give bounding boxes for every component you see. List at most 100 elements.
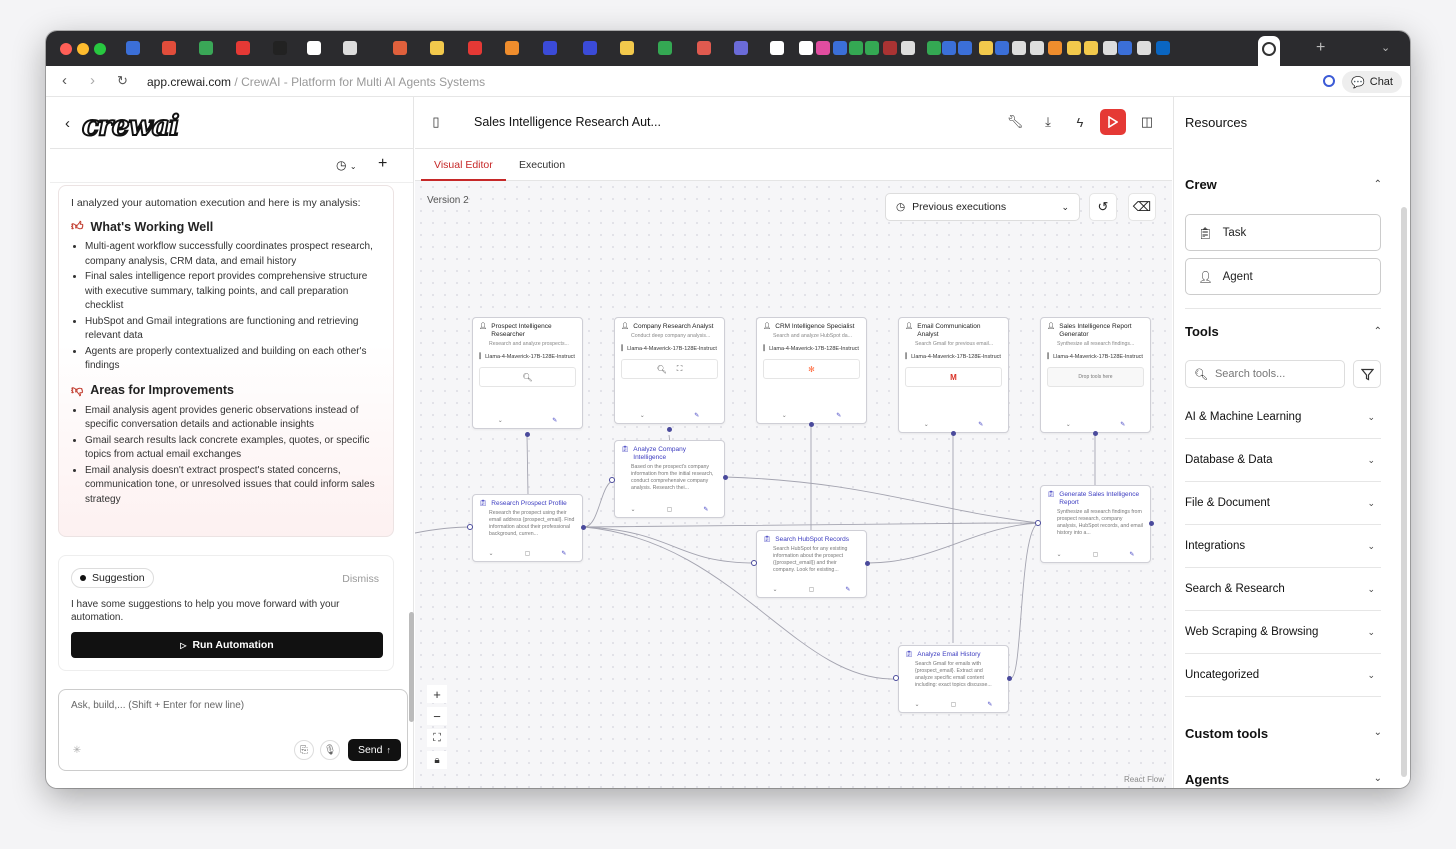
react-flow-attribution[interactable]: React Flow — [1124, 775, 1164, 784]
chat-input[interactable] — [71, 700, 391, 711]
chevron-down-icon[interactable]: ⌄ — [1374, 727, 1382, 738]
pinned-tab-favicon-icon[interactable] — [1103, 41, 1117, 55]
expand-chevron-icon[interactable]: ⌄ — [773, 586, 778, 593]
new-tab-icon[interactable]: + — [1316, 39, 1325, 57]
pinned-tab-favicon-icon[interactable] — [927, 41, 941, 55]
edit-icon[interactable]: ✎ — [1120, 421, 1125, 428]
pinned-tab-favicon-icon[interactable] — [1030, 41, 1044, 55]
pinned-tab-favicon-icon[interactable] — [958, 41, 972, 55]
agent-tools-box[interactable]: 🔍︎ ⛶ — [621, 359, 718, 379]
node-target-handle[interactable] — [609, 477, 615, 483]
pinned-tab-favicon-icon[interactable] — [1067, 41, 1081, 55]
pinned-tab-favicon-icon[interactable] — [343, 41, 357, 55]
tool-category-ai-ml[interactable]: AI & Machine Learning ⌄ — [1185, 396, 1381, 439]
pinned-tab-favicon-icon[interactable] — [620, 41, 634, 55]
pinned-tab-favicon-icon[interactable] — [995, 41, 1009, 55]
pinned-tab-favicon-icon[interactable] — [865, 41, 879, 55]
pinned-tab-favicon-icon[interactable] — [799, 41, 813, 55]
tool-category-web-scraping[interactable]: Web Scraping & Browsing ⌄ — [1185, 611, 1381, 654]
filter-icon[interactable] — [1353, 360, 1381, 388]
file-icon[interactable]: ▢ — [667, 506, 673, 513]
pinned-tab-favicon-icon[interactable] — [307, 41, 321, 55]
microphone-icon[interactable]: 🎙︎ — [320, 740, 340, 760]
history-clock-icon[interactable]: ◷ ⌄ — [336, 158, 357, 172]
edit-icon[interactable]: ✎ — [987, 701, 992, 708]
agent-node-report-generator[interactable]: 👤︎ Sales Intelligence Report Generator Sy… — [1040, 317, 1151, 433]
chat-button[interactable]: 💬 Chat — [1342, 71, 1402, 93]
lock-icon[interactable]: 🔒︎ — [427, 751, 447, 769]
tool-category-search[interactable]: Search & Research ⌄ — [1185, 568, 1381, 611]
node-handle[interactable] — [865, 561, 870, 566]
edit-icon[interactable]: ✎ — [978, 421, 983, 428]
pinned-tab-favicon-icon[interactable] — [1118, 41, 1132, 55]
tab-visual-editor[interactable]: Visual Editor — [434, 159, 493, 171]
expand-chevron-icon[interactable]: ⌄ — [1066, 421, 1071, 428]
node-handle[interactable] — [809, 422, 814, 427]
dismiss-button[interactable]: Dismiss — [342, 573, 379, 585]
minimize-window-button[interactable] — [77, 43, 89, 55]
pinned-tab-favicon-icon[interactable] — [1084, 41, 1098, 55]
agent-tools-box[interactable]: ✻ — [763, 359, 860, 379]
expand-chevron-icon[interactable]: ⌄ — [640, 412, 645, 419]
node-handle[interactable] — [667, 427, 672, 432]
pinned-tab-favicon-icon[interactable] — [583, 41, 597, 55]
pinned-tab-favicon-icon[interactable] — [543, 41, 557, 55]
task-resource-item[interactable]: 📋︎ Task — [1185, 214, 1381, 251]
expand-chevron-icon[interactable]: ⌄ — [915, 701, 920, 708]
pinned-tab-favicon-icon[interactable] — [273, 41, 287, 55]
expand-chevron-icon[interactable]: ⌄ — [924, 421, 929, 428]
pinned-tab-favicon-icon[interactable] — [901, 41, 915, 55]
agents-section-title[interactable]: Agents — [1185, 772, 1229, 787]
zoom-window-button[interactable] — [94, 43, 106, 55]
chevron-down-icon[interactable]: ⌄ — [1374, 773, 1382, 784]
password-manager-icon[interactable] — [1323, 75, 1335, 87]
pinned-tab-favicon-icon[interactable] — [1048, 41, 1062, 55]
custom-tools-section-title[interactable]: Custom tools — [1185, 726, 1268, 741]
close-window-button[interactable] — [60, 43, 72, 55]
node-target-handle[interactable] — [467, 524, 473, 530]
tool-category-integrations[interactable]: Integrations ⌄ — [1185, 525, 1381, 568]
run-automation-button[interactable]: ▷ Run Automation — [71, 632, 383, 658]
agent-tools-box[interactable]: 🔍︎ — [479, 367, 576, 387]
edit-icon[interactable]: ✎ — [694, 412, 699, 419]
node-handle[interactable] — [1149, 521, 1154, 526]
tools-section-title[interactable]: Tools — [1185, 324, 1219, 339]
send-button[interactable]: Send ↑ — [347, 739, 401, 761]
expand-chevron-icon[interactable]: ⌄ — [782, 412, 787, 419]
node-handle[interactable] — [951, 431, 956, 436]
edit-icon[interactable]: ✎ — [703, 506, 708, 513]
file-icon[interactable]: ▢ — [525, 550, 531, 557]
url-field[interactable]: app.crewai.com / CrewAI - Platform for M… — [147, 75, 485, 89]
edit-icon[interactable]: ✎ — [845, 586, 850, 593]
new-chat-plus-icon[interactable]: + — [378, 155, 387, 173]
assistant-scrollbar[interactable] — [409, 612, 414, 722]
pinned-tab-favicon-icon[interactable] — [236, 41, 250, 55]
tab-list-chevron-icon[interactable]: ⌄ — [1381, 41, 1390, 54]
pinned-tab-favicon-icon[interactable] — [658, 41, 672, 55]
file-icon[interactable]: ▢ — [951, 701, 957, 708]
pinned-tab-favicon-icon[interactable] — [697, 41, 711, 55]
lightning-icon[interactable]: ϟ — [1070, 112, 1090, 132]
chevron-up-icon[interactable]: ⌃ — [1374, 326, 1382, 337]
forward-icon[interactable]: › — [90, 72, 95, 89]
download-icon[interactable]: ⤓ — [1038, 112, 1058, 132]
tab-execution[interactable]: Execution — [519, 159, 565, 171]
file-icon[interactable]: ▢ — [809, 586, 815, 593]
node-handle[interactable] — [525, 432, 530, 437]
fit-view-icon[interactable]: ⛶ — [427, 729, 447, 747]
node-handle[interactable] — [1007, 676, 1012, 681]
node-handle[interactable] — [1093, 431, 1098, 436]
tools-search-input[interactable] — [1214, 368, 1340, 380]
wrench-icon[interactable]: 🔧︎ — [1005, 112, 1025, 132]
pinned-tab-favicon-icon[interactable] — [816, 41, 830, 55]
reload-icon[interactable]: ↻ — [117, 73, 128, 89]
tool-category-file[interactable]: File & Document ⌄ — [1185, 482, 1381, 525]
node-handle[interactable] — [581, 525, 586, 530]
node-target-handle[interactable] — [893, 675, 899, 681]
edit-icon[interactable]: ✎ — [561, 550, 566, 557]
pinned-tab-favicon-icon[interactable] — [199, 41, 213, 55]
pinned-tab-favicon-icon[interactable] — [942, 41, 956, 55]
agent-node-email-analyst[interactable]: 👤︎ Email Communication Analyst Search Gma… — [898, 317, 1009, 433]
expand-chevron-icon[interactable]: ⌄ — [1057, 551, 1062, 558]
crew-section-title[interactable]: Crew — [1185, 177, 1217, 192]
